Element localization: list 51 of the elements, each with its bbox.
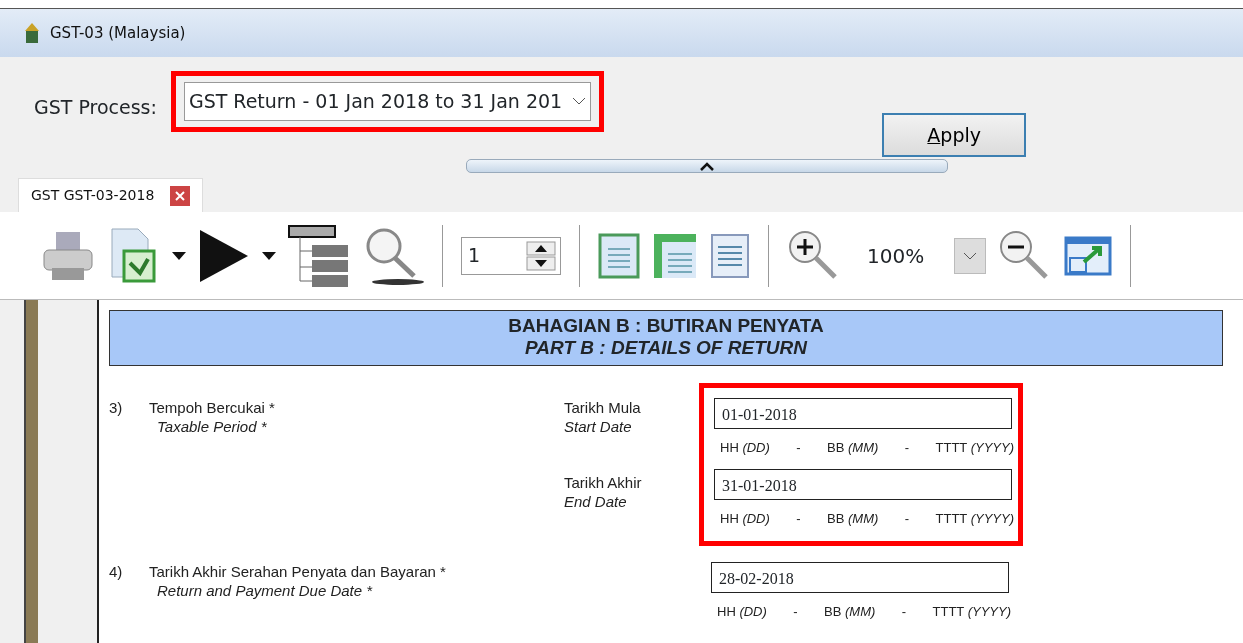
date-field[interactable]: 28-02-2018 bbox=[711, 561, 1009, 593]
date-format-hint: HH (DD) bbox=[720, 438, 770, 457]
date-format-hint: HH (DD) bbox=[717, 602, 767, 621]
date-field[interactable]: 01-01-2018 bbox=[714, 397, 1012, 429]
report-tab[interactable]: GST GST-03-2018 bbox=[18, 178, 204, 212]
date-format-hint: TTTT (YYYY) bbox=[932, 602, 1011, 621]
chevron-down-icon bbox=[572, 96, 587, 107]
date-format-hint: - bbox=[796, 510, 801, 529]
spinner-arrows-icon[interactable] bbox=[526, 240, 556, 271]
date-format-hint: TTTT (YYYY) bbox=[935, 438, 1014, 457]
zoom-level: 100% bbox=[867, 242, 925, 270]
header-subtitle: PART B : DETAILS OF RETURN bbox=[524, 336, 809, 359]
date-label-english: End Date bbox=[564, 491, 628, 511]
page-width-icon[interactable] bbox=[652, 231, 698, 280]
item-label-english: Return and Payment Due Date * bbox=[156, 580, 374, 600]
date-format-hint: TTTT (YYYY) bbox=[935, 510, 1014, 529]
page-icon[interactable] bbox=[598, 232, 640, 279]
page-icon[interactable] bbox=[710, 232, 750, 279]
chevron-down-icon bbox=[963, 250, 978, 261]
item-label-english: Taxable Period * bbox=[156, 416, 268, 436]
gst-process-dropdown[interactable]: GST Return - 01 Jan 2018 to 31 Jan 201 bbox=[183, 82, 592, 121]
play-icon[interactable] bbox=[198, 227, 250, 284]
date-label: Tarikh Akhir bbox=[564, 472, 643, 492]
caret-up-icon bbox=[699, 161, 715, 171]
date-format-hint: HH (DD) bbox=[720, 510, 770, 529]
page-number-field[interactable]: 1 bbox=[461, 236, 561, 275]
header-title: BAHAGIAN B : BUTIRAN PENYATA bbox=[507, 315, 825, 337]
date-format-hint: BB (MM) bbox=[827, 510, 879, 529]
gst-process-label: GST Process: bbox=[34, 95, 157, 120]
date-label-english: Start Date bbox=[564, 416, 633, 436]
window-title: GST-03 (Malaysia) bbox=[50, 22, 186, 44]
item-label: Tarikh Akhir Serahan Penyata dan Bayaran * bbox=[149, 561, 447, 581]
date-format-hint: - bbox=[796, 438, 801, 457]
item-label: Tempoh Bercukai * bbox=[149, 397, 276, 417]
date-format-hint: - bbox=[904, 510, 910, 529]
caret-down-icon[interactable] bbox=[262, 251, 276, 260]
tree-list-icon[interactable] bbox=[288, 224, 350, 287]
caret-down-icon[interactable] bbox=[172, 251, 186, 260]
date-label: Tarikh Mula bbox=[564, 397, 642, 417]
apply-button[interactable]: Apply bbox=[882, 113, 1027, 157]
item-number: 4) bbox=[109, 561, 124, 581]
app-icon bbox=[22, 22, 42, 44]
date-format-hint: BB (MM) bbox=[824, 602, 876, 621]
splitter-handle[interactable] bbox=[466, 159, 948, 173]
item-number: 3) bbox=[109, 397, 124, 417]
close-tab-button[interactable] bbox=[170, 185, 191, 206]
date-format-hint: - bbox=[901, 602, 907, 621]
date-field[interactable]: 31-01-2018 bbox=[714, 469, 1012, 501]
date-format-hint: BB (MM) bbox=[827, 438, 879, 457]
date-format-hint: - bbox=[793, 602, 798, 621]
date-format-hint: - bbox=[904, 438, 910, 457]
